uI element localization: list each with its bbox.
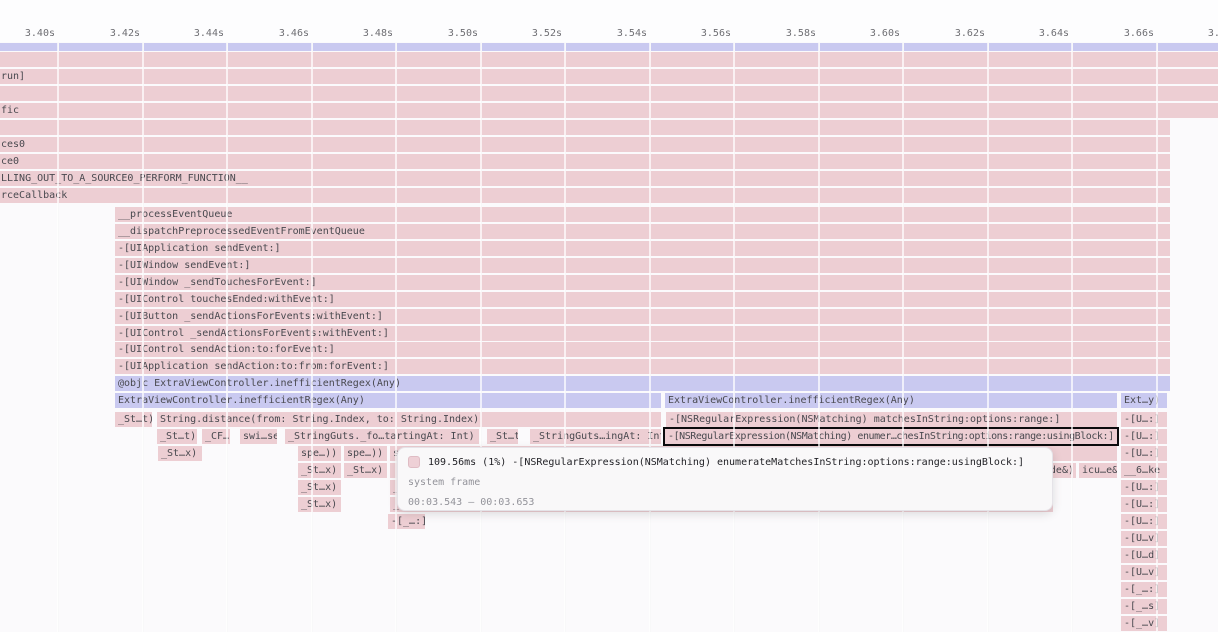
time-tick-label: 3.56s xyxy=(646,27,731,40)
flame-bar[interactable]: spe…)) xyxy=(344,446,387,461)
flame-bar[interactable]: _St…x) xyxy=(344,463,387,478)
timeline-gridline-overlay xyxy=(818,43,820,632)
time-tick-label: 3.60s xyxy=(815,27,900,40)
flame-bar[interactable]: ExtraViewController.inefficientRegex(Any… xyxy=(115,393,661,408)
flame-bar[interactable]: LLING_OUT_TO_A_SOURCE0_PERFORM_FUNCTION_… xyxy=(0,171,1170,186)
time-tick-label: 3.48s xyxy=(308,27,393,40)
flame-bar[interactable]: -[U…:] xyxy=(1121,446,1167,461)
flame-bar[interactable]: _StringGuts…ingAt: Int) xyxy=(530,429,661,444)
timeline-ruler[interactable]: 3.40s3.42s3.44s3.46s3.48s3.50s3.52s3.54s… xyxy=(0,0,1218,42)
flame-bar[interactable]: -[UIButton _sendActionsForEvents:withEve… xyxy=(115,309,1170,324)
flame-bar[interactable]: String.distance(from: String.Index, to: … xyxy=(157,412,661,427)
flame-bar[interactable] xyxy=(0,86,1218,101)
flame-chart-view: 3.40s3.42s3.44s3.46s3.48s3.50s3.52s3.54s… xyxy=(0,0,1218,632)
flame-bar[interactable]: _StringGuts._fo…tartingAt: Int) xyxy=(285,429,479,444)
frame-tooltip: 109.56ms (1%) -[NSRegularExpression(NSMa… xyxy=(397,447,1053,511)
flame-bar[interactable]: icu…e&) xyxy=(1079,463,1117,478)
flame-bar[interactable]: spe…)) xyxy=(298,446,341,461)
flame-bar[interactable]: -[_…v] xyxy=(1121,616,1167,631)
flame-bar[interactable]: run] xyxy=(0,69,1218,84)
flame-bar[interactable]: -[U…:] xyxy=(1121,429,1167,444)
flame-bar[interactable]: __dispatchPreprocessedEventFromEventQueu… xyxy=(115,224,1170,239)
time-tick-label: 3.52s xyxy=(477,27,562,40)
timeline-gridline-overlay xyxy=(1071,43,1073,632)
time-tick-label: 3.44s xyxy=(139,27,224,40)
time-tick-label: 3.66s xyxy=(1069,27,1154,40)
flame-bar[interactable]: _St…x) xyxy=(298,463,341,478)
time-tick-label: 3.42s xyxy=(55,27,140,40)
time-tick-label: 3.62s xyxy=(900,27,985,40)
flame-bar[interactable]: -[UIControl touchesEnded:withEvent:] xyxy=(115,292,1170,307)
timeline-gridline-overlay xyxy=(395,43,397,632)
flame-bar[interactable] xyxy=(0,120,1170,135)
time-tick-label: 3.54s xyxy=(562,27,647,40)
time-tick-label: 3.40s xyxy=(0,27,55,40)
timeline-gridline-overlay xyxy=(564,43,566,632)
timeline-gridline-overlay xyxy=(57,43,59,632)
tooltip-title-row: 109.56ms (1%) -[NSRegularExpression(NSMa… xyxy=(408,456,1042,468)
timeline-gridline-overlay xyxy=(987,43,989,632)
time-tick-label: 3.58s xyxy=(731,27,816,40)
flame-bar[interactable]: ces0 xyxy=(0,137,1170,152)
timeline-gridline-overlay xyxy=(311,43,313,632)
flame-bar[interactable]: -[_…:] xyxy=(388,514,425,529)
timeline-gridline-overlay xyxy=(902,43,904,632)
flame-bar[interactable]: -[U…:] xyxy=(1121,514,1167,529)
flame-bar[interactable]: _St…t) xyxy=(157,429,197,444)
tooltip-time-range: 00:03.543 — 00:03.653 xyxy=(408,497,1042,508)
time-tick-label: 3.64s xyxy=(984,27,1069,40)
timeline-gridline-overlay xyxy=(1156,43,1158,632)
timeline-gridline-overlay xyxy=(226,43,228,632)
flame-bar[interactable]: -[UIApplication sendAction:to:from:forEv… xyxy=(115,359,1170,374)
flame-bar[interactable]: @objc ExtraViewController.inefficientReg… xyxy=(115,376,1170,391)
flame-bar[interactable]: -[_…:] xyxy=(1121,582,1167,597)
flame-bar[interactable]: __6…ke xyxy=(1121,463,1167,478)
time-tick-label: 3.46s xyxy=(224,27,309,40)
flame-bar[interactable]: _St…x) xyxy=(158,446,202,461)
flame-bar[interactable]: -[UIControl _sendActionsForEvents:withEv… xyxy=(115,326,1170,341)
flame-bar[interactable]: Ext…y) xyxy=(1121,393,1167,408)
flame-bar[interactable]: _St…x) xyxy=(298,480,341,495)
flame-bar[interactable]: -[UIApplication sendEvent:] xyxy=(115,241,1170,256)
tooltip-title: 109.56ms (1%) -[NSRegularExpression(NSMa… xyxy=(428,457,1024,468)
flame-bar[interactable]: _St…t) xyxy=(487,429,518,444)
flame-bar[interactable]: -[U…d] xyxy=(1121,548,1167,563)
flame-bar[interactable]: _St…t) xyxy=(115,412,152,427)
flame-bar[interactable]: -[U…:] xyxy=(1121,497,1167,512)
flame-bar[interactable]: -[_…s] xyxy=(1121,599,1167,614)
frame-color-swatch-icon xyxy=(408,456,420,468)
timeline-gridline-overlay xyxy=(733,43,735,632)
track-strip xyxy=(0,43,1218,51)
flame-bar[interactable]: fic xyxy=(0,103,1218,118)
flame-bar[interactable] xyxy=(0,52,1218,67)
timeline-gridline-overlay xyxy=(649,43,651,632)
timeline-gridline-overlay xyxy=(142,43,144,632)
flame-bar[interactable]: -[UIWindow _sendTouchesForEvent:] xyxy=(115,275,1170,290)
flame-bar[interactable]: -[U…:] xyxy=(1121,412,1167,427)
flame-bar[interactable]: -[U…v] xyxy=(1121,531,1167,546)
flame-bar[interactable]: -[UIWindow sendEvent:] xyxy=(115,258,1170,273)
flame-bar[interactable]: ce0 xyxy=(0,154,1170,169)
flame-bar[interactable]: swi…se xyxy=(240,429,277,444)
timeline-gridline-overlay xyxy=(480,43,482,632)
tooltip-frame-kind: system frame xyxy=(408,477,1042,488)
flame-bar[interactable]: __processEventQueue xyxy=(115,207,1170,222)
flame-bar[interactable]: -[U…:] xyxy=(1121,480,1167,495)
flame-bar[interactable]: -[U…v] xyxy=(1121,565,1167,580)
flame-bar[interactable]: _St…x) xyxy=(298,497,341,512)
flame-bar[interactable]: -[UIControl sendAction:to:forEvent:] xyxy=(115,342,1170,357)
time-tick-label: 3.50s xyxy=(393,27,478,40)
time-tick-label: 3.68s xyxy=(1153,27,1218,40)
flame-bar[interactable]: rceCallback xyxy=(0,188,1170,203)
